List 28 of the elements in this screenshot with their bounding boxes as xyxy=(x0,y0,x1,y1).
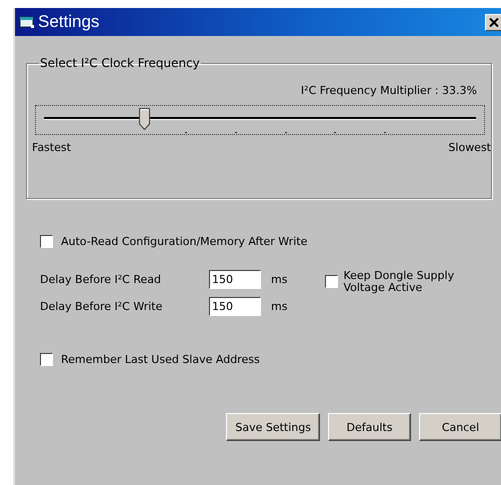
unit-label: ms xyxy=(271,273,288,286)
close-button[interactable] xyxy=(485,14,501,30)
slider-reading: I²C Frequency Multiplier : 33.3% xyxy=(300,84,477,97)
min-label: Fastest xyxy=(32,141,71,154)
window-title: Settings xyxy=(38,12,100,32)
checkbox-icon[interactable] xyxy=(325,275,338,288)
group-title: Select I²C Clock Frequency xyxy=(39,56,201,70)
max-label: Slowest xyxy=(448,141,491,154)
delay-label: Delay Before I²C Read xyxy=(40,273,162,286)
checkbox-label: Auto-Read Configuration/Memory After Write xyxy=(61,235,308,248)
window-icon xyxy=(19,15,35,29)
dialog-button[interactable]: Cancel xyxy=(419,413,501,441)
checkbox-icon[interactable] xyxy=(40,235,53,248)
auto-read-checkbox[interactable]: Auto-Read Configuration/Memory After Write xyxy=(40,235,501,248)
keep-supply-checkbox[interactable]: Keep Dongle Supply Voltage Active xyxy=(325,270,464,316)
remember-address-checkbox[interactable]: Remember Last Used Slave Address xyxy=(40,353,501,366)
unit-label: ms xyxy=(271,300,288,313)
dialog-button[interactable]: Defaults xyxy=(328,413,411,441)
checkbox-label: Remember Last Used Slave Address xyxy=(61,353,260,366)
frequency-slider[interactable] xyxy=(35,105,485,135)
delay-label: Delay Before I²C Write xyxy=(40,300,164,313)
slider-thumb[interactable] xyxy=(139,108,150,130)
checkbox-label: Keep Dongle Supply Voltage Active xyxy=(343,270,456,294)
delay-field[interactable]: 150 xyxy=(209,297,261,316)
checkbox-icon[interactable] xyxy=(40,353,53,366)
dialog-button[interactable]: Save Settings xyxy=(226,413,320,441)
close-icon xyxy=(489,18,499,26)
delay-field[interactable]: 150 xyxy=(209,270,261,289)
